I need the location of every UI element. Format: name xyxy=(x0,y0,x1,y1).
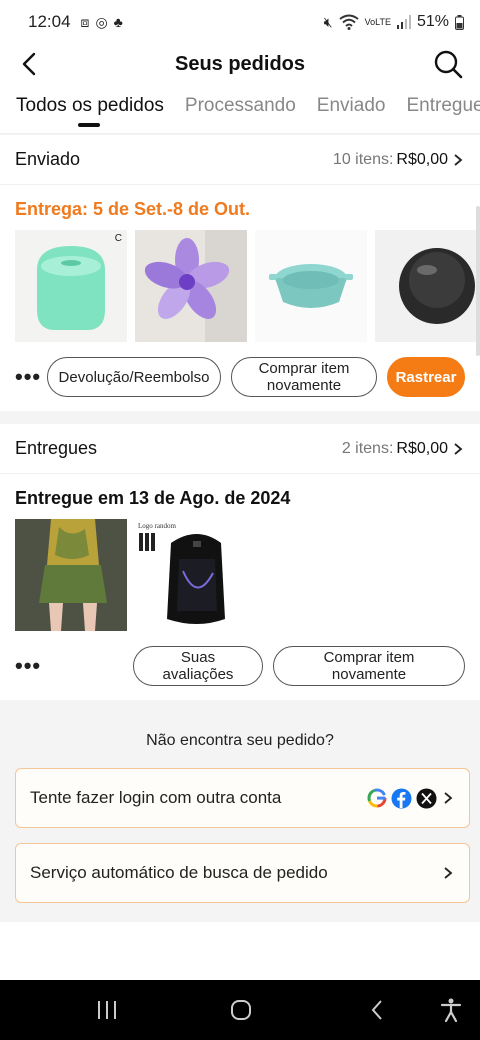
back-arrow-icon xyxy=(22,52,36,76)
humidifier-image xyxy=(37,246,105,330)
accessibility-icon xyxy=(440,998,462,1022)
product-image-silicone-liner[interactable] xyxy=(255,230,367,342)
tab-label: Processando xyxy=(184,94,296,116)
order-card-delivered: Entregues 2 itens: R$0,00 Entregue em 13… xyxy=(0,424,480,700)
app-notification-icon: ♣ xyxy=(113,13,123,30)
recent-apps-button[interactable] xyxy=(92,994,122,1026)
option-label: Serviço automático de busca de pedido xyxy=(30,863,328,882)
help-question: Não encontra seu pedido? xyxy=(146,732,334,749)
product-image-humidifier[interactable]: C xyxy=(15,230,127,342)
product-image-skirt-outfit[interactable] xyxy=(15,519,127,631)
backpack-image xyxy=(139,533,225,624)
order-card-header[interactable]: Entregues 2 itens: R$0,00 xyxy=(0,424,480,474)
order-status: Enviado xyxy=(15,149,81,169)
accessibility-button[interactable] xyxy=(436,994,466,1026)
instagram-icon: ◎ xyxy=(95,13,108,30)
product-image-speaker[interactable] xyxy=(375,230,480,342)
screenshot-icon: ⧈ xyxy=(80,13,90,30)
system-back-button[interactable] xyxy=(362,994,392,1026)
return-refund-button[interactable]: Devolução/Reembolso xyxy=(47,357,221,397)
image-caption: Logo random xyxy=(138,522,176,530)
status-bar: 12:04 ⧈ ◎ ♣ 🔇︎ VoLTE 51% xyxy=(0,0,480,44)
speaker-image xyxy=(399,248,475,324)
system-back-icon xyxy=(371,1000,382,1020)
delivery-date: Entregue em 13 de Ago. de 2024 xyxy=(15,488,291,508)
home-icon xyxy=(231,1000,251,1020)
login-other-account-option[interactable]: Tente fazer login com outra conta xyxy=(15,768,470,828)
chevron-right-icon xyxy=(454,153,463,166)
more-options-icon[interactable]: ••• xyxy=(15,653,41,679)
buy-again-button[interactable]: Comprar item novamente xyxy=(273,646,465,686)
search-button[interactable] xyxy=(432,48,464,80)
notification-icons: ⧈ ◎ ♣ xyxy=(81,14,123,31)
order-total: R$0,00 xyxy=(396,439,448,457)
skirt-outfit-image xyxy=(15,519,127,631)
search-icon xyxy=(434,50,463,79)
page-title: Seus pedidos xyxy=(174,52,306,75)
hair-claw-image xyxy=(144,230,247,342)
recent-apps-icon xyxy=(98,1001,116,1019)
more-options-icon[interactable]: ••• xyxy=(15,364,41,390)
product-image-backpack[interactable]: Logo random xyxy=(135,519,247,631)
track-button[interactable]: Rastrear xyxy=(387,357,465,397)
your-reviews-button[interactable]: Suas avaliações xyxy=(133,646,263,686)
order-actions: ••• Suas avaliações Comprar item novamen… xyxy=(0,631,480,701)
app-header: Seus pedidos xyxy=(0,44,480,84)
order-actions: ••• Devolução/Reembolso Comprar item nov… xyxy=(0,342,480,412)
order-status: Entregues xyxy=(15,438,98,458)
tab-all-orders[interactable]: Todos os pedidos xyxy=(16,94,164,127)
battery-icon xyxy=(455,14,464,30)
page-bottom-area xyxy=(0,922,480,980)
system-icons: 🔇︎ VoLTE 51% xyxy=(324,13,464,31)
order-summary: 10 itens: R$0,00 xyxy=(333,151,465,169)
order-summary: 2 itens: R$0,00 xyxy=(342,440,465,458)
mute-icon: 🔇︎ xyxy=(323,13,333,30)
items-count: 2 itens: xyxy=(341,439,394,457)
clock: 12:04 xyxy=(28,12,71,31)
chevron-right-icon xyxy=(444,867,453,879)
back-button[interactable] xyxy=(14,48,44,80)
order-card-shipped: Enviado 10 itens: R$0,00 Entrega: 5 de S… xyxy=(0,135,480,411)
system-nav-bar xyxy=(0,980,480,1040)
tab-processing[interactable]: Processando xyxy=(185,95,296,123)
active-tab-indicator xyxy=(78,122,100,127)
google-icon xyxy=(367,788,387,808)
items-count: 10 itens: xyxy=(332,150,394,168)
buy-again-button[interactable]: Comprar item novamente xyxy=(231,357,377,397)
x-icon xyxy=(416,788,437,808)
volte-icon: VoLTE xyxy=(364,16,391,27)
chevron-right-icon xyxy=(454,442,463,455)
image-corner-mark: C xyxy=(114,233,122,244)
tab-label: Entregue xyxy=(406,94,480,116)
scrollbar[interactable] xyxy=(476,206,480,356)
auto-order-search-option[interactable]: Serviço automático de busca de pedido xyxy=(15,843,470,903)
silicone-liner-image xyxy=(269,264,353,308)
login-providers xyxy=(367,788,455,809)
product-image-hair-claw[interactable] xyxy=(135,230,247,342)
product-thumbnails[interactable]: C xyxy=(0,230,480,342)
tab-label: Enviado xyxy=(316,94,386,116)
home-button[interactable] xyxy=(226,994,256,1026)
wifi-icon xyxy=(338,14,359,30)
tab-shipped[interactable]: Enviado xyxy=(317,95,386,123)
product-thumbnails[interactable]: Logo random xyxy=(0,519,480,631)
option-label: Tente fazer login com outra conta xyxy=(30,788,282,807)
order-tabs: Todos os pedidos Processando Enviado Ent… xyxy=(0,84,480,134)
option-arrow xyxy=(441,866,455,880)
delivery-estimate: Entrega: 5 de Set.-8 de Out. xyxy=(15,199,251,219)
order-card-header[interactable]: Enviado 10 itens: R$0,00 xyxy=(0,135,480,185)
chevron-right-icon xyxy=(444,792,453,804)
facebook-icon xyxy=(391,788,412,808)
signal-icon xyxy=(396,15,411,29)
order-total: R$0,00 xyxy=(396,150,448,168)
battery-percent: 51% xyxy=(416,13,449,30)
tab-delivered[interactable]: Entregue xyxy=(406,95,480,123)
tab-label: Todos os pedidos xyxy=(16,94,164,116)
